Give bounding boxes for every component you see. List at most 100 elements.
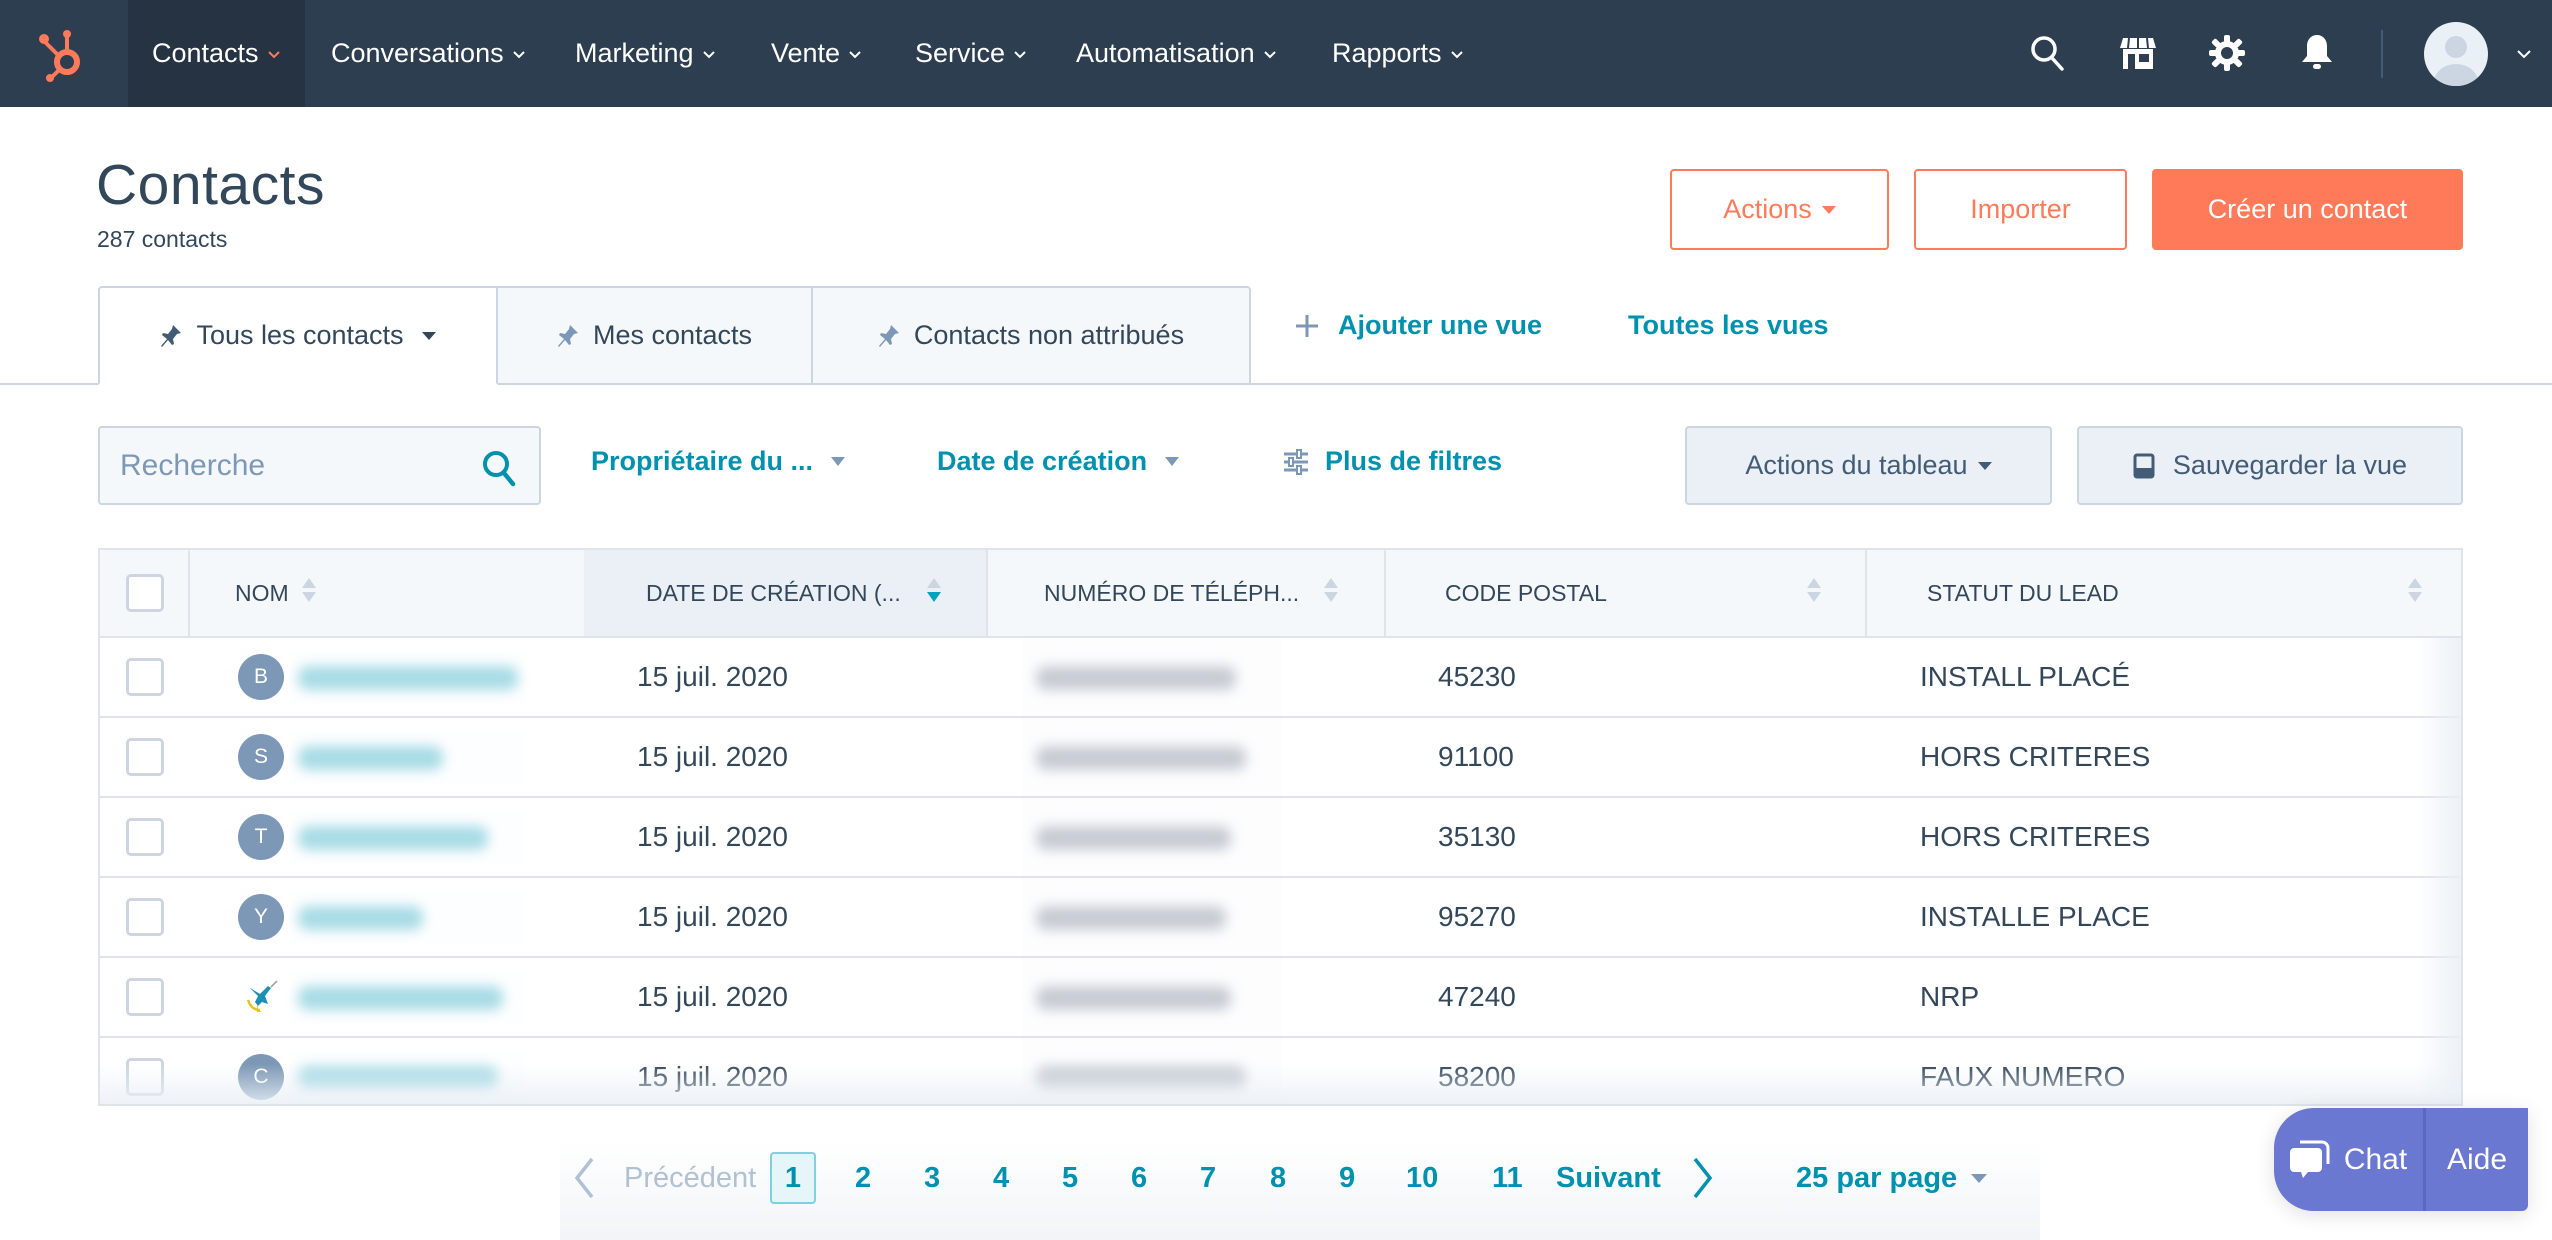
select-all-checkbox[interactable] (126, 574, 164, 612)
page-button-3[interactable]: 3 (924, 1152, 940, 1204)
search-icon (2031, 36, 2064, 71)
nav-label: Service (915, 38, 1006, 68)
table-header: NOM DATE DE CRÉATION (... NUMÉRO DE TÉLÉ… (100, 550, 2461, 638)
contact-avatar: T (238, 814, 284, 860)
search-box[interactable] (98, 426, 541, 505)
contact-avatar: Y (238, 894, 284, 940)
notifications-button[interactable] (2294, 30, 2340, 76)
row-checkbox[interactable] (126, 658, 164, 696)
page-button-9[interactable]: 9 (1339, 1152, 1355, 1204)
column-label: CODE POSTAL (1445, 579, 1607, 606)
account-chevron-down-icon[interactable] (2516, 48, 2532, 60)
row-checkbox[interactable] (126, 1058, 164, 1096)
caret-down-icon (831, 457, 846, 466)
column-header-date-creation[interactable]: DATE DE CRÉATION (... (584, 550, 988, 636)
search-icon[interactable] (481, 448, 517, 488)
page-number: 6 (1131, 1161, 1148, 1194)
nav-item-conversations[interactable]: Conversations (331, 0, 526, 107)
row-checkbox[interactable] (126, 898, 164, 936)
tab-tous-les-contacts[interactable]: Tous les contacts (98, 286, 498, 385)
page-button-5[interactable]: 5 (1062, 1152, 1078, 1204)
column-header-telephone[interactable]: NUMÉRO DE TÉLÉPH... (986, 550, 1386, 636)
tab-mes-contacts[interactable]: Mes contacts (496, 286, 813, 385)
more-filters-label: Plus de filtres (1325, 446, 1503, 476)
contact-name-link[interactable] (290, 812, 525, 864)
all-views-label: Toutes les vues (1628, 310, 1829, 340)
more-filters-button[interactable]: Plus de filtres (1283, 446, 1502, 477)
per-page-dropdown[interactable]: 25 par page (1796, 1152, 1988, 1204)
page-button-8[interactable]: 8 (1270, 1152, 1286, 1204)
contact-count: 287 contacts (97, 226, 228, 252)
column-header-code-postal[interactable]: CODE POSTAL (1385, 550, 1867, 636)
page-button-4[interactable]: 4 (993, 1152, 1009, 1204)
owner-filter[interactable]: Propriétaire du ... (591, 446, 846, 477)
contact-name-link[interactable] (290, 972, 525, 1024)
company-logo-hummingbird-icon: L (238, 974, 284, 1020)
nav-label: Contacts (152, 38, 259, 68)
search-input[interactable] (120, 428, 460, 503)
account-avatar[interactable] (2424, 22, 2488, 86)
nav-item-service[interactable]: Service (915, 0, 1027, 107)
sort-descending-icon (927, 578, 941, 602)
hubspot-sprocket-icon (39, 29, 80, 82)
nav-item-automatisation[interactable]: Automatisation (1076, 0, 1277, 107)
row-checkbox[interactable] (126, 738, 164, 776)
table-actions-button[interactable]: Actions du tableau (1685, 426, 2052, 505)
contact-name-link[interactable] (290, 892, 525, 944)
chat-button[interactable]: Chat (2274, 1108, 2426, 1211)
nav-item-contacts[interactable]: Contacts (128, 0, 305, 107)
contact-name-link[interactable] (290, 1052, 525, 1104)
table-row[interactable]: Y 15 juil. 2020 95270 INSTALLE PLACE (100, 878, 2461, 958)
table-row[interactable]: S 15 juil. 2020 91100 HORS CRITERES (100, 718, 2461, 798)
nav-item-rapports[interactable]: Rapports (1332, 0, 1464, 107)
table-row[interactable]: L 15 juil. 2020 47240 NRP (100, 958, 2461, 1038)
postal-code-cell: 91100 (1438, 741, 1514, 772)
search-button[interactable] (2024, 30, 2070, 76)
add-view-button[interactable]: Ajouter une vue (1294, 310, 1542, 341)
table-row[interactable]: B 15 juil. 2020 45230 INSTALL PLACÉ (100, 638, 2461, 718)
page-button-11[interactable]: 11 (1492, 1152, 1523, 1204)
table-row[interactable]: T 15 juil. 2020 35130 HORS CRITERES (100, 798, 2461, 878)
pagination-previous-button[interactable]: Précédent (572, 1152, 756, 1204)
all-views-link[interactable]: Toutes les vues (1628, 310, 1829, 341)
caret-down-icon[interactable] (421, 331, 436, 340)
table-row[interactable]: C 15 juil. 2020 58200 FAUX NUMERO (100, 1038, 2461, 1104)
help-button[interactable]: Aide (2426, 1108, 2528, 1211)
save-view-button[interactable]: Sauvegarder la vue (2077, 426, 2463, 505)
page-button-1[interactable]: 1 (770, 1152, 816, 1204)
caret-down-icon (1971, 1173, 1988, 1183)
contact-name-link[interactable] (290, 652, 525, 704)
postal-code-cell: 45230 (1438, 661, 1516, 692)
save-floppy-icon (2133, 453, 2155, 478)
created-date-filter[interactable]: Date de création (937, 446, 1180, 477)
lead-status-cell: HORS CRITERES (1920, 741, 2151, 772)
pin-icon (878, 324, 899, 347)
page-button-2[interactable]: 2 (855, 1152, 871, 1204)
chevron-left-icon (574, 1157, 594, 1199)
column-header-statut-lead[interactable]: STATUT DU LEAD (1867, 550, 2461, 636)
owner-filter-label: Propriétaire du ... (591, 446, 814, 476)
caret-down-icon (1165, 457, 1180, 466)
row-checkbox[interactable] (126, 818, 164, 856)
marketplace-button[interactable] (2115, 30, 2161, 76)
create-contact-button[interactable]: Créer un contact (2152, 169, 2463, 250)
settings-button[interactable] (2204, 30, 2250, 76)
row-checkbox[interactable] (126, 978, 164, 1016)
page-button-6[interactable]: 6 (1131, 1152, 1147, 1204)
nav-item-marketing[interactable]: Marketing (575, 0, 716, 107)
pagination-next-button[interactable]: Suivant (1556, 1152, 1715, 1204)
nav-item-vente[interactable]: Vente (771, 0, 862, 107)
page-button-7[interactable]: 7 (1200, 1152, 1216, 1204)
hubspot-logo[interactable] (0, 0, 128, 107)
import-button[interactable]: Importer (1914, 169, 2127, 250)
next-label: Suivant (1556, 1161, 1661, 1194)
nav-label: Rapports (1332, 38, 1442, 68)
nav-label: Marketing (575, 38, 694, 68)
page-button-10[interactable]: 10 (1406, 1152, 1438, 1204)
tab-contacts-non-attribues[interactable]: Contacts non attribués (811, 286, 1251, 385)
lead-status-cell: HORS CRITERES (1920, 821, 2151, 852)
contact-name-link[interactable] (290, 732, 525, 784)
chevron-down-icon (1450, 50, 1463, 58)
actions-dropdown-button[interactable]: Actions (1670, 169, 1889, 250)
column-header-nom[interactable]: NOM (189, 550, 586, 636)
